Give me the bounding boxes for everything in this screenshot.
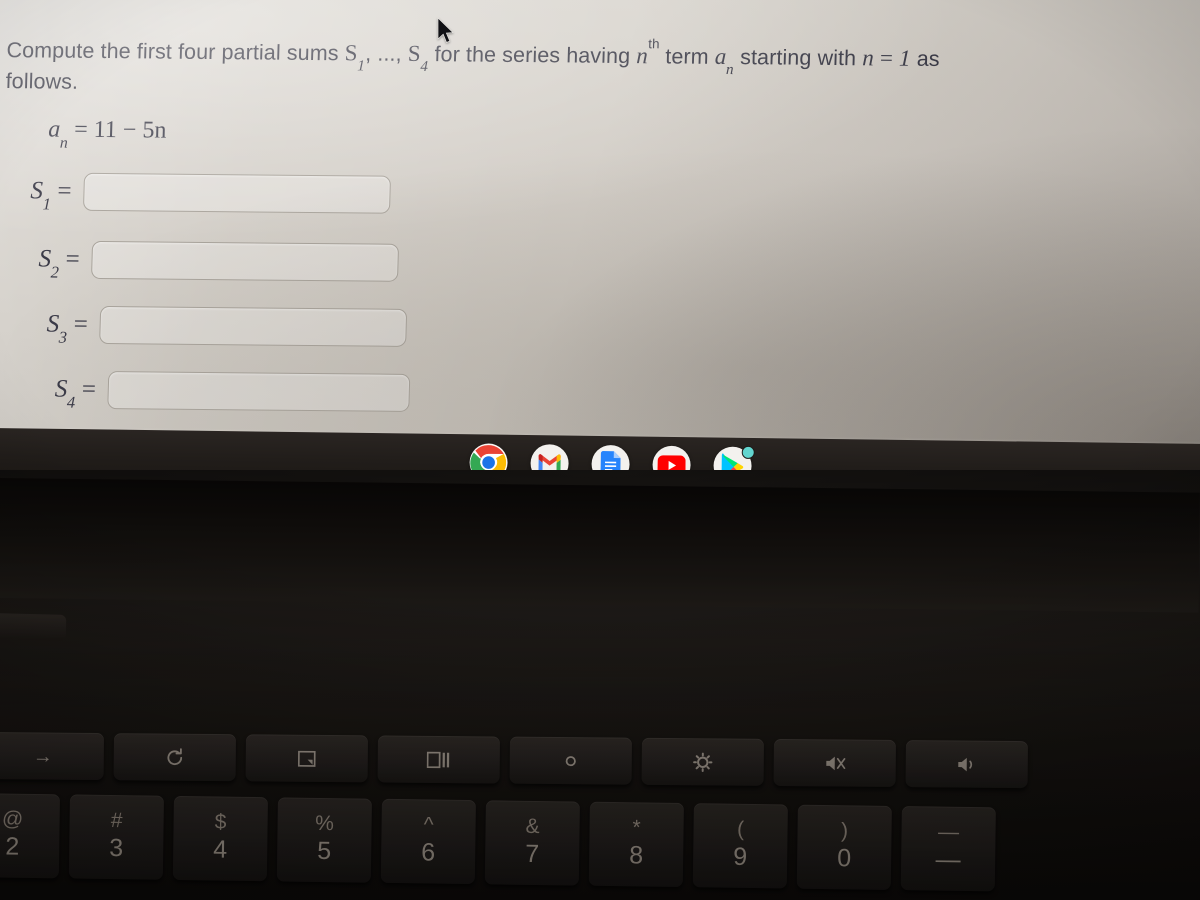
browser-page-content: Compute the first four partial sums S1, … xyxy=(0,0,1200,448)
fullscreen-key[interactable] xyxy=(245,734,368,783)
key-minus-symbol: — xyxy=(937,820,960,844)
brightness-up-key[interactable] xyxy=(641,737,764,786)
answer-row-s2: S2 = xyxy=(38,240,400,282)
n-inline-2: n xyxy=(861,45,875,71)
keyboard-number-row: @ 2 # 3 $ 4 % 5 ^ 6 & 7 * 8 ( 9) 0 — — xyxy=(0,793,996,892)
key-2-symbol: @ xyxy=(1,807,24,831)
key-7[interactable]: & 7 xyxy=(484,800,580,886)
reload-key[interactable] xyxy=(113,733,236,782)
key-3-symbol: # xyxy=(110,808,123,832)
label-s2: S2 = xyxy=(38,245,81,282)
s1-inline: S1 xyxy=(344,40,366,75)
formula-expression: 11 − 5n xyxy=(93,116,167,144)
key-4[interactable]: $ 4 xyxy=(172,795,268,882)
formula-a: a xyxy=(47,116,61,143)
answer-row-s3: S3 = xyxy=(46,305,408,347)
key-9-symbol: ( xyxy=(736,817,745,841)
formula-a-sub: n xyxy=(59,134,69,152)
forward-key[interactable]: → xyxy=(0,732,104,781)
prompt-text-3: term xyxy=(664,44,710,69)
key-0-symbol: ) xyxy=(840,818,849,842)
mute-key[interactable] xyxy=(773,738,896,787)
answer-row-s4: S4 = xyxy=(54,371,411,412)
s4-inline: S4 xyxy=(407,40,429,76)
a-n-inline: an xyxy=(714,43,734,79)
key-8-symbol: * xyxy=(632,815,641,839)
volume-down-key[interactable] xyxy=(905,740,1028,789)
key-minus-digit: — xyxy=(935,845,961,874)
question-prompt: Compute the first four partial sums S1, … xyxy=(5,34,1107,108)
equals-sign: = xyxy=(879,45,894,71)
value-one: 1 xyxy=(898,45,912,71)
prompt-text-1: Compute the first four partial sums xyxy=(6,38,339,66)
s1-input[interactable] xyxy=(83,172,392,214)
prompt-text-4: starting with xyxy=(739,45,857,71)
prompt-text-5: as xyxy=(916,46,941,72)
key-3[interactable]: # 3 xyxy=(68,794,164,880)
volume-icon xyxy=(958,757,973,771)
overview-windows-icon xyxy=(426,751,450,768)
key-5[interactable]: % 5 xyxy=(276,797,372,883)
key-4-digit: 4 xyxy=(213,834,228,864)
fullscreen-icon xyxy=(297,750,316,767)
key-3-digit: 3 xyxy=(109,833,124,862)
key-9-digit: 9 xyxy=(733,842,748,871)
key-8-digit: 8 xyxy=(629,840,644,869)
photo-of-chromebook: Compute the first four partial sums S1, … xyxy=(0,0,1200,900)
answer-row-s1: S1 = xyxy=(30,172,392,214)
s3-input[interactable] xyxy=(99,305,408,347)
laptop-screen: Compute the first four partial sums S1, … xyxy=(0,0,1200,448)
key-2-digit: 2 xyxy=(5,832,20,861)
label-s4: S4 = xyxy=(54,375,97,412)
brightness-down-key[interactable] xyxy=(509,736,632,785)
n-inline: n xyxy=(635,43,649,69)
prompt-text-2: for the series having xyxy=(434,42,631,69)
label-s3: S3 = xyxy=(46,310,89,347)
key-6[interactable]: ^ 6 xyxy=(380,798,476,885)
key-8[interactable]: * 8 xyxy=(588,801,684,888)
hinge-notch xyxy=(0,613,67,641)
mute-icon xyxy=(826,756,846,770)
key-7-digit: 7 xyxy=(525,839,540,868)
play-store-badge xyxy=(741,445,755,460)
s4-input[interactable] xyxy=(107,371,411,412)
brightness-down-icon xyxy=(565,755,576,766)
key-4-symbol: $ xyxy=(214,809,227,834)
prompt-ellipsis: , ..., xyxy=(364,41,403,66)
key-6-digit: 6 xyxy=(421,837,436,867)
key-2[interactable]: @ 2 xyxy=(0,793,60,879)
laptop-hinge xyxy=(0,478,1200,613)
formula-equals: = xyxy=(73,116,89,143)
key-9[interactable]: ( 9 xyxy=(692,803,788,889)
label-s1: S1 = xyxy=(30,177,73,214)
keyboard-function-row: → xyxy=(0,732,1028,789)
key-0-digit: 0 xyxy=(837,843,852,872)
s2-input[interactable] xyxy=(91,240,400,282)
reload-icon xyxy=(167,747,183,765)
forward-arrow-icon: → xyxy=(32,744,53,768)
overview-key[interactable] xyxy=(377,735,500,784)
ordinal-th: th xyxy=(648,35,660,51)
key-6-symbol: ^ xyxy=(423,812,434,837)
prompt-line-2: follows. xyxy=(5,69,79,94)
key-7-symbol: & xyxy=(525,814,540,838)
key-minus[interactable]: — — xyxy=(900,806,996,892)
key-5-symbol: % xyxy=(315,811,335,835)
key-0[interactable]: ) 0 xyxy=(796,804,892,890)
series-formula: an = 11 − 5n xyxy=(47,116,167,151)
brightness-up-icon xyxy=(693,752,713,772)
key-5-digit: 5 xyxy=(317,836,332,865)
